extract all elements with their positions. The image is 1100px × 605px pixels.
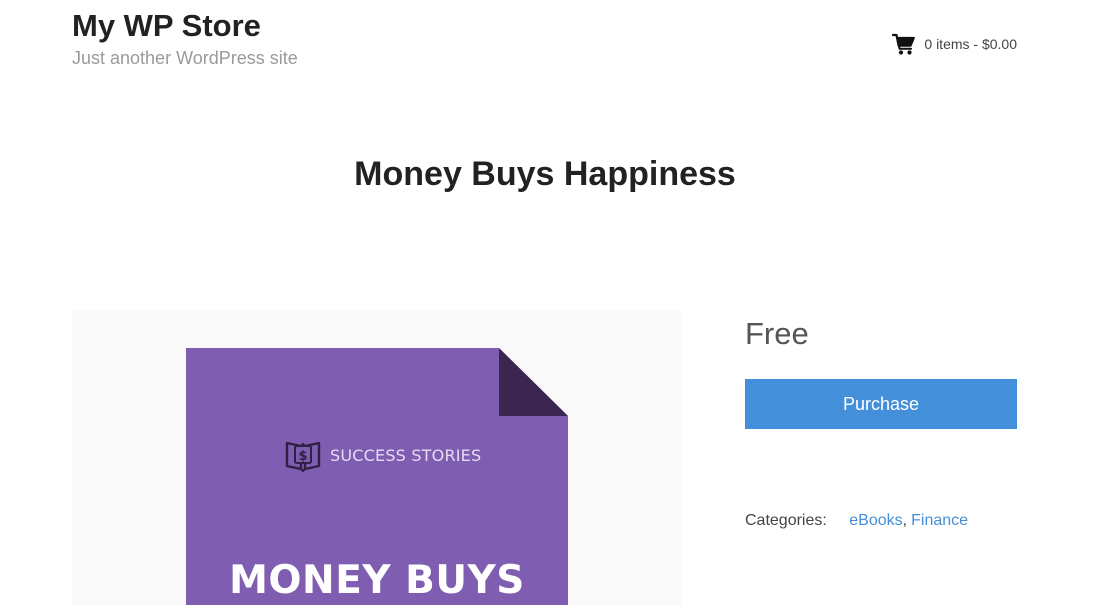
category-separator: ,: [902, 512, 908, 529]
site-title[interactable]: My WP Store: [72, 8, 261, 44]
purchase-button[interactable]: Purchase: [745, 379, 1017, 429]
cart-widget[interactable]: 0 items - $0.00: [892, 32, 1017, 56]
product-price: Free: [745, 316, 809, 351]
cover-title: MONEY BUYS: [229, 558, 525, 603]
product-categories: Categories: eBooks, Finance: [745, 510, 968, 532]
svg-text:$: $: [298, 449, 307, 464]
cart-icon: [892, 33, 916, 55]
categories-label: Categories:: [745, 512, 827, 529]
category-link-ebooks[interactable]: eBooks: [849, 512, 902, 529]
cart-summary: 0 items - $0.00: [924, 36, 1017, 52]
product-title: Money Buys Happiness: [354, 155, 736, 193]
product-image[interactable]: $ SUCCESS STORIES MONEY BUYS: [72, 310, 681, 605]
page: My WP Store Just another WordPress site …: [0, 0, 1100, 605]
cover-brand-text: SUCCESS STORIES: [330, 445, 482, 465]
book-dollar-icon: $: [285, 441, 321, 472]
site-tagline: Just another WordPress site: [72, 48, 298, 68]
cover-brand: $ SUCCESS STORIES: [284, 438, 481, 472]
category-link-finance[interactable]: Finance: [911, 512, 968, 529]
